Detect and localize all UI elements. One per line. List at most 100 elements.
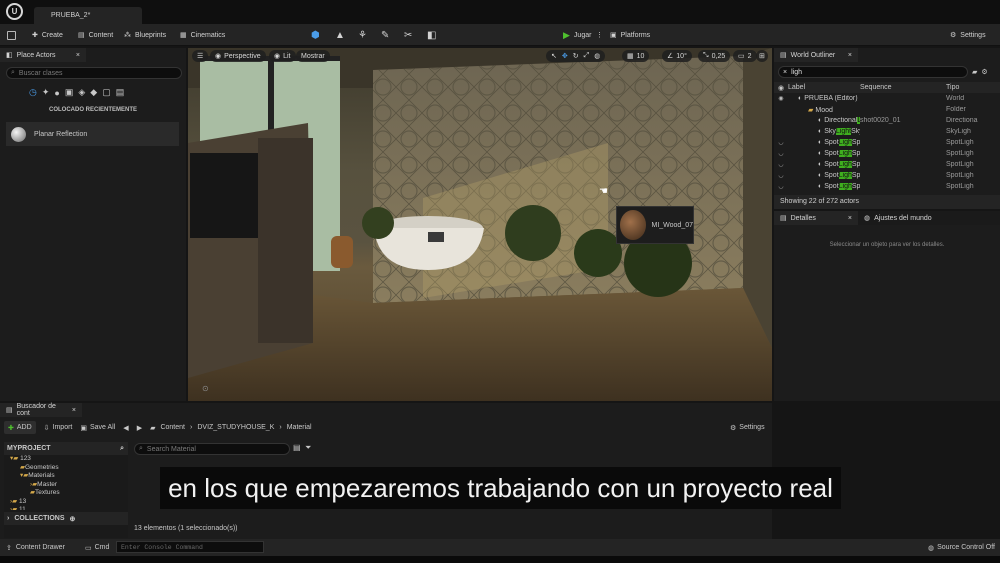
eye-icon[interactable]: ◉ <box>774 95 788 102</box>
show-button[interactable]: Mostrar <box>296 50 330 62</box>
outliner-row[interactable]: ◡◐SpotLighSpotLigh SpotLigh <box>774 181 1000 192</box>
volumes-icon[interactable]: ▢ <box>102 87 111 98</box>
fracture-mode-icon[interactable]: ◧ <box>427 24 436 46</box>
visual-effects-icon[interactable]: ◈ <box>78 87 85 98</box>
eye-closed-icon[interactable]: ◡ <box>774 150 788 157</box>
class-search-input[interactable]: ⌕ Buscar clases <box>6 67 182 79</box>
blueprints-button[interactable]: ⁂ Blueprints <box>124 24 166 46</box>
camera-speed-button[interactable]: ▭ 2 <box>733 50 757 62</box>
cmd-button[interactable]: ▭ Cmd <box>85 539 109 556</box>
maximize-viewport-icon[interactable]: ⊞ <box>756 50 768 62</box>
sequence-column[interactable]: Sequence <box>860 84 946 91</box>
view-mode-button[interactable]: ◉ Lit <box>269 50 296 62</box>
rotate-tool-icon[interactable]: ↻ <box>573 52 579 60</box>
outliner-row[interactable]: ◉ ◐ PRUEBA (Editor) World <box>774 93 1000 104</box>
recent-icon[interactable]: ◷ <box>29 87 37 98</box>
create-button[interactable]: ✚ Create <box>32 24 63 46</box>
viewport-options-icon[interactable]: ☰ <box>192 50 209 62</box>
close-icon[interactable]: × <box>848 215 852 222</box>
cinematic-icon[interactable]: ▣ <box>65 87 74 98</box>
label-column[interactable]: Label <box>788 84 860 91</box>
outliner-search-input[interactable]: × ligh <box>778 66 968 78</box>
eye-closed-icon[interactable]: ◡ <box>774 139 788 146</box>
outliner-row[interactable]: ◐SkyLightSkyLigh SkyLigh <box>774 126 1000 137</box>
search-icon[interactable]: ⌕ <box>120 445 124 453</box>
level-viewport[interactable]: Other ProjectsGlassPlasticWoodWood0201_I… <box>188 48 772 401</box>
level-tab[interactable]: PRUEBA_2* <box>34 7 142 24</box>
tree-item-11[interactable]: ›▰ 11 <box>10 506 128 510</box>
breadcrumb-content[interactable]: Content <box>160 424 185 431</box>
world-outliner-tab[interactable]: ▤ World Outliner × <box>774 48 858 62</box>
outliner-row[interactable]: ◡◐SpotLighSpotLigh SpotLigh <box>774 170 1000 181</box>
outliner-row[interactable]: ◡◐SpotLighSpotLigh SpotLigh <box>774 159 1000 170</box>
tree-item-materials[interactable]: ▾▰Materials <box>10 472 128 481</box>
outliner-row[interactable]: ◡◐SpotLighSpotLigh SpotLigh <box>774 137 1000 148</box>
content-settings-button[interactable]: ⚙ Settings <box>730 421 765 434</box>
close-icon[interactable]: × <box>76 52 80 59</box>
add-button[interactable]: ✚ ADD <box>4 421 36 434</box>
forward-icon[interactable]: ▶ <box>137 424 142 432</box>
lights-icon[interactable]: ● <box>54 88 59 98</box>
import-button[interactable]: ⇩ Import <box>44 424 73 432</box>
close-icon[interactable]: × <box>72 407 76 414</box>
breadcrumb-material[interactable]: Material <box>287 424 312 431</box>
tree-item-textures[interactable]: ▰Textures <box>10 489 128 498</box>
world-settings-tab[interactable]: ◍ Ajustes del mundo <box>858 211 958 225</box>
scale-snap-button[interactable]: ⤡ 0,25 <box>698 50 731 62</box>
play-options-icon[interactable]: ⋮ <box>596 24 603 46</box>
paint-mode-icon[interactable]: ✎ <box>381 24 389 46</box>
perspective-button[interactable]: ◉ Perspective <box>210 50 266 62</box>
world-space-icon[interactable]: ◍ <box>594 52 600 60</box>
project-section[interactable]: MYPROJECT ⌕ <box>4 442 128 455</box>
eye-closed-icon[interactable]: ◡ <box>774 161 788 168</box>
save-icon[interactable] <box>7 24 16 46</box>
add-folder-icon[interactable]: ▰ <box>972 68 977 76</box>
tree-item-master[interactable]: ›▰Master <box>10 481 128 490</box>
clear-search-icon[interactable]: × <box>783 69 787 76</box>
type-column[interactable]: Tipo <box>946 84 1000 91</box>
select-mode-icon[interactable]: ⬢ <box>311 24 320 46</box>
tree-item-13[interactable]: ›▰ 13 <box>10 498 128 507</box>
eye-closed-icon[interactable]: ◡ <box>774 183 788 190</box>
select-tool-icon[interactable]: ↖ <box>551 52 557 60</box>
basic-icon[interactable]: ✦ <box>42 87 50 98</box>
tree-item-123[interactable]: ▾▰ 123 <box>10 455 128 464</box>
add-collection-icon[interactable]: ⊕ <box>70 515 76 523</box>
breadcrumb-folder[interactable]: DVIZ_STUDYHOUSE_K <box>197 424 274 431</box>
settings-button[interactable]: ⚙ Settings <box>950 24 986 46</box>
scale-tool-icon[interactable]: ⤢ <box>584 52 590 60</box>
platforms-button[interactable]: ▣ Platforms <box>610 24 650 46</box>
grid-snap-button[interactable]: ▦ 10 <box>622 50 650 62</box>
filter-icon[interactable]: ⏷ <box>305 443 311 453</box>
collections-section[interactable]: › COLLECTIONS ⊕ <box>4 512 128 525</box>
content-browser-tab[interactable]: ▤ Buscador de cont × <box>0 403 82 417</box>
place-actors-tab[interactable]: ◧ Place Actors × <box>0 48 86 62</box>
rotation-snap-button[interactable]: ∠ 10° <box>662 50 692 62</box>
landscape-mode-icon[interactable]: ▲ <box>335 24 345 46</box>
tree-item-geometries[interactable]: ▰Geometries <box>10 464 128 473</box>
outliner-settings-icon[interactable]: ⚙ <box>981 68 987 76</box>
save-search-icon[interactable]: ▤ <box>293 443 301 452</box>
source-control-button[interactable]: ◍ Source Control Off <box>928 539 995 556</box>
eye-closed-icon[interactable]: ◡ <box>774 172 788 179</box>
outliner-row[interactable]: ◡◐SpotLighSpotLigh SpotLigh <box>774 148 1000 159</box>
all-classes-icon[interactable]: ▤ <box>116 87 125 98</box>
unreal-logo-icon[interactable]: U <box>6 3 23 20</box>
content-drawer-button[interactable]: ⇪ Content Drawer <box>6 539 65 556</box>
save-all-button[interactable]: ▣ Save All <box>80 424 115 432</box>
cinematics-button[interactable]: ▦ Cinematics <box>180 24 225 46</box>
asset-search-input[interactable]: ⌕ Search Material <box>134 443 290 455</box>
console-input[interactable]: Enter Console Command <box>116 541 264 553</box>
geometry-icon[interactable]: ◆ <box>90 87 97 98</box>
content-button[interactable]: ▤ Content <box>78 24 113 46</box>
foliage-mode-icon[interactable]: ⚘ <box>358 24 367 46</box>
modeling-mode-icon[interactable]: ✂ <box>404 24 412 46</box>
translate-tool-icon[interactable]: ✥ <box>562 52 568 60</box>
outliner-row[interactable]: ▰ Mood Folder <box>774 104 1000 115</box>
outliner-row[interactable]: ◐DirectionalLighshot0020_01 Directiona <box>774 115 1000 126</box>
actor-item-planar-reflection[interactable]: Planar Reflection <box>6 122 179 146</box>
details-tab[interactable]: ▤ Detalles × <box>774 211 858 225</box>
back-icon[interactable]: ◀ <box>123 424 128 432</box>
close-icon[interactable]: × <box>848 52 852 59</box>
play-button[interactable]: ▶ Jugar <box>563 24 591 46</box>
